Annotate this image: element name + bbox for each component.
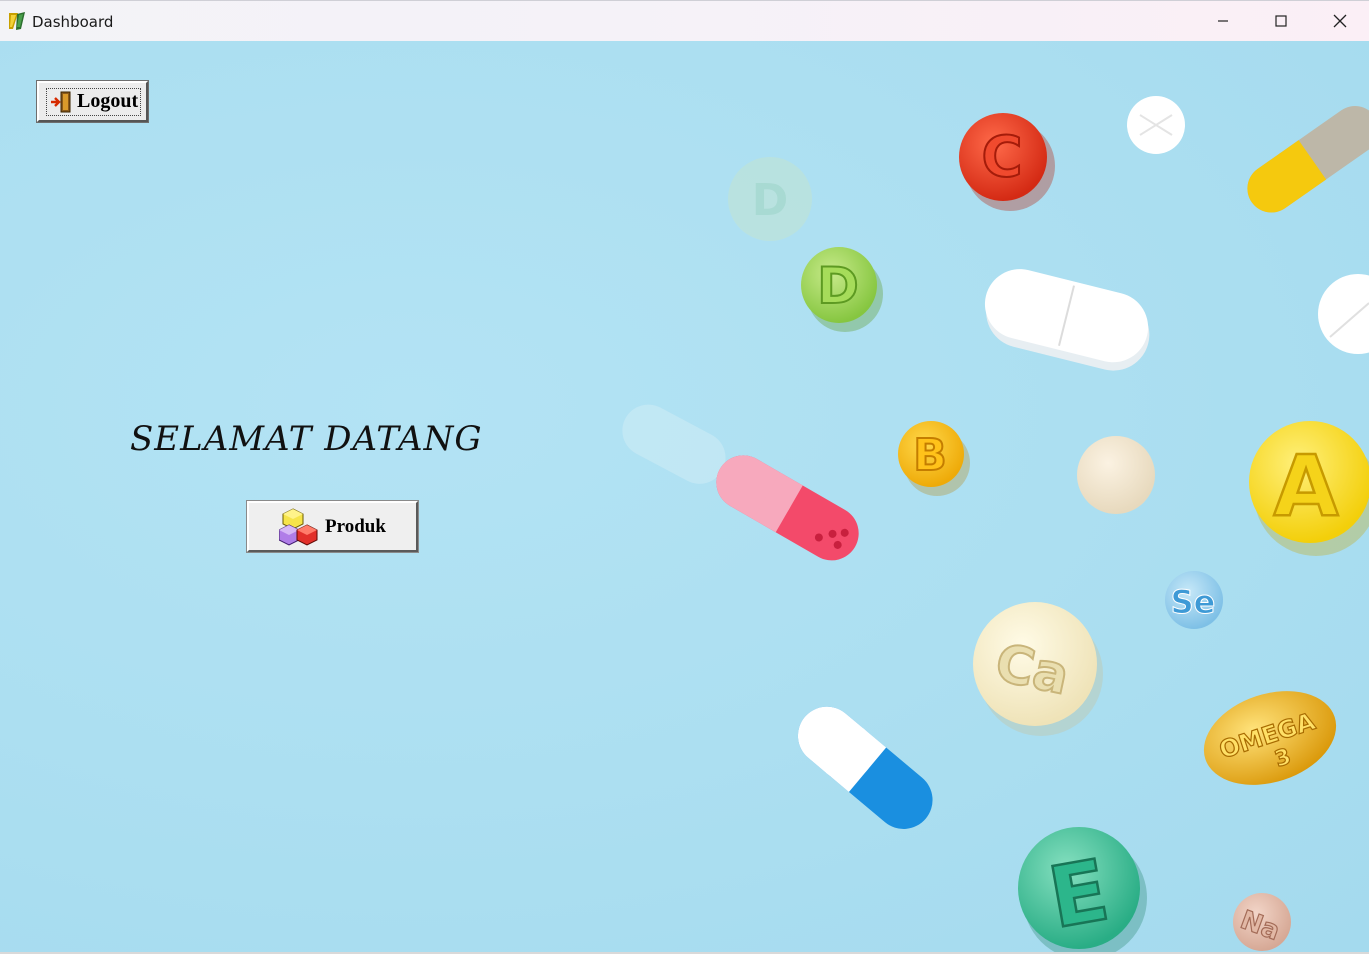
svg-text:A: A: [1273, 437, 1338, 535]
vitamins-background-image: D C D B A Se Ca OMEGA 3 E Na: [622, 96, 1369, 952]
minimize-icon: [1218, 20, 1228, 22]
pink-red-capsule: [716, 455, 859, 561]
maximize-button[interactable]: [1252, 1, 1310, 41]
window-title: Dashboard: [32, 13, 114, 31]
white-round-tablet-edge: [1318, 274, 1369, 354]
dashboard-window: Dashboard D C D B A Se Ca OMEGA 3 E Na L…: [0, 0, 1369, 954]
logout-label: Logout: [77, 90, 139, 112]
faded-vitamin-d-tablet: D: [728, 157, 812, 241]
svg-text:B: B: [913, 430, 947, 481]
selenium-tablet: Se: [1165, 571, 1223, 629]
faded-capsule: [622, 404, 726, 484]
blue-white-capsule: [797, 706, 933, 829]
close-button[interactable]: [1311, 1, 1369, 41]
produk-label: Produk: [325, 515, 386, 537]
maximize-icon: [1275, 15, 1287, 27]
vitamin-c-tablet: C: [959, 113, 1055, 211]
svg-text:C: C: [981, 125, 1022, 190]
svg-text:Se: Se: [1171, 583, 1216, 621]
yellow-grey-capsule: [1247, 106, 1369, 213]
exit-door-icon: [51, 91, 71, 112]
title-bar[interactable]: Dashboard: [0, 0, 1369, 41]
svg-text:D: D: [752, 175, 789, 226]
cubes-icon: [279, 507, 318, 546]
vitamin-b-tablet: B: [898, 421, 970, 496]
dashboard-background: D C D B A Se Ca OMEGA 3 E Na Logout SELA…: [0, 41, 1369, 952]
logout-button[interactable]: Logout: [36, 80, 149, 123]
vitamin-e-tablet: E: [1018, 827, 1147, 952]
white-oblong-tablet: [984, 269, 1150, 371]
beige-round-tablet: [1077, 436, 1155, 514]
welcome-heading: SELAMAT DATANG: [130, 419, 483, 459]
white-round-tablet: [1127, 96, 1185, 154]
svg-text:D: D: [817, 257, 859, 315]
calcium-tablet: Ca: [973, 602, 1103, 736]
produk-button[interactable]: Produk: [246, 500, 419, 553]
minimize-button[interactable]: [1194, 1, 1252, 41]
vitamin-a-tablet: A: [1249, 421, 1369, 556]
vitamin-d-tablet: D: [801, 247, 883, 332]
omega-3-capsule: OMEGA 3: [1203, 691, 1337, 785]
sodium-tablet: Na: [1233, 893, 1291, 951]
logout-focus-rect: Logout: [46, 87, 142, 116]
close-icon: [1333, 14, 1347, 28]
delphi-app-icon: [9, 12, 25, 30]
